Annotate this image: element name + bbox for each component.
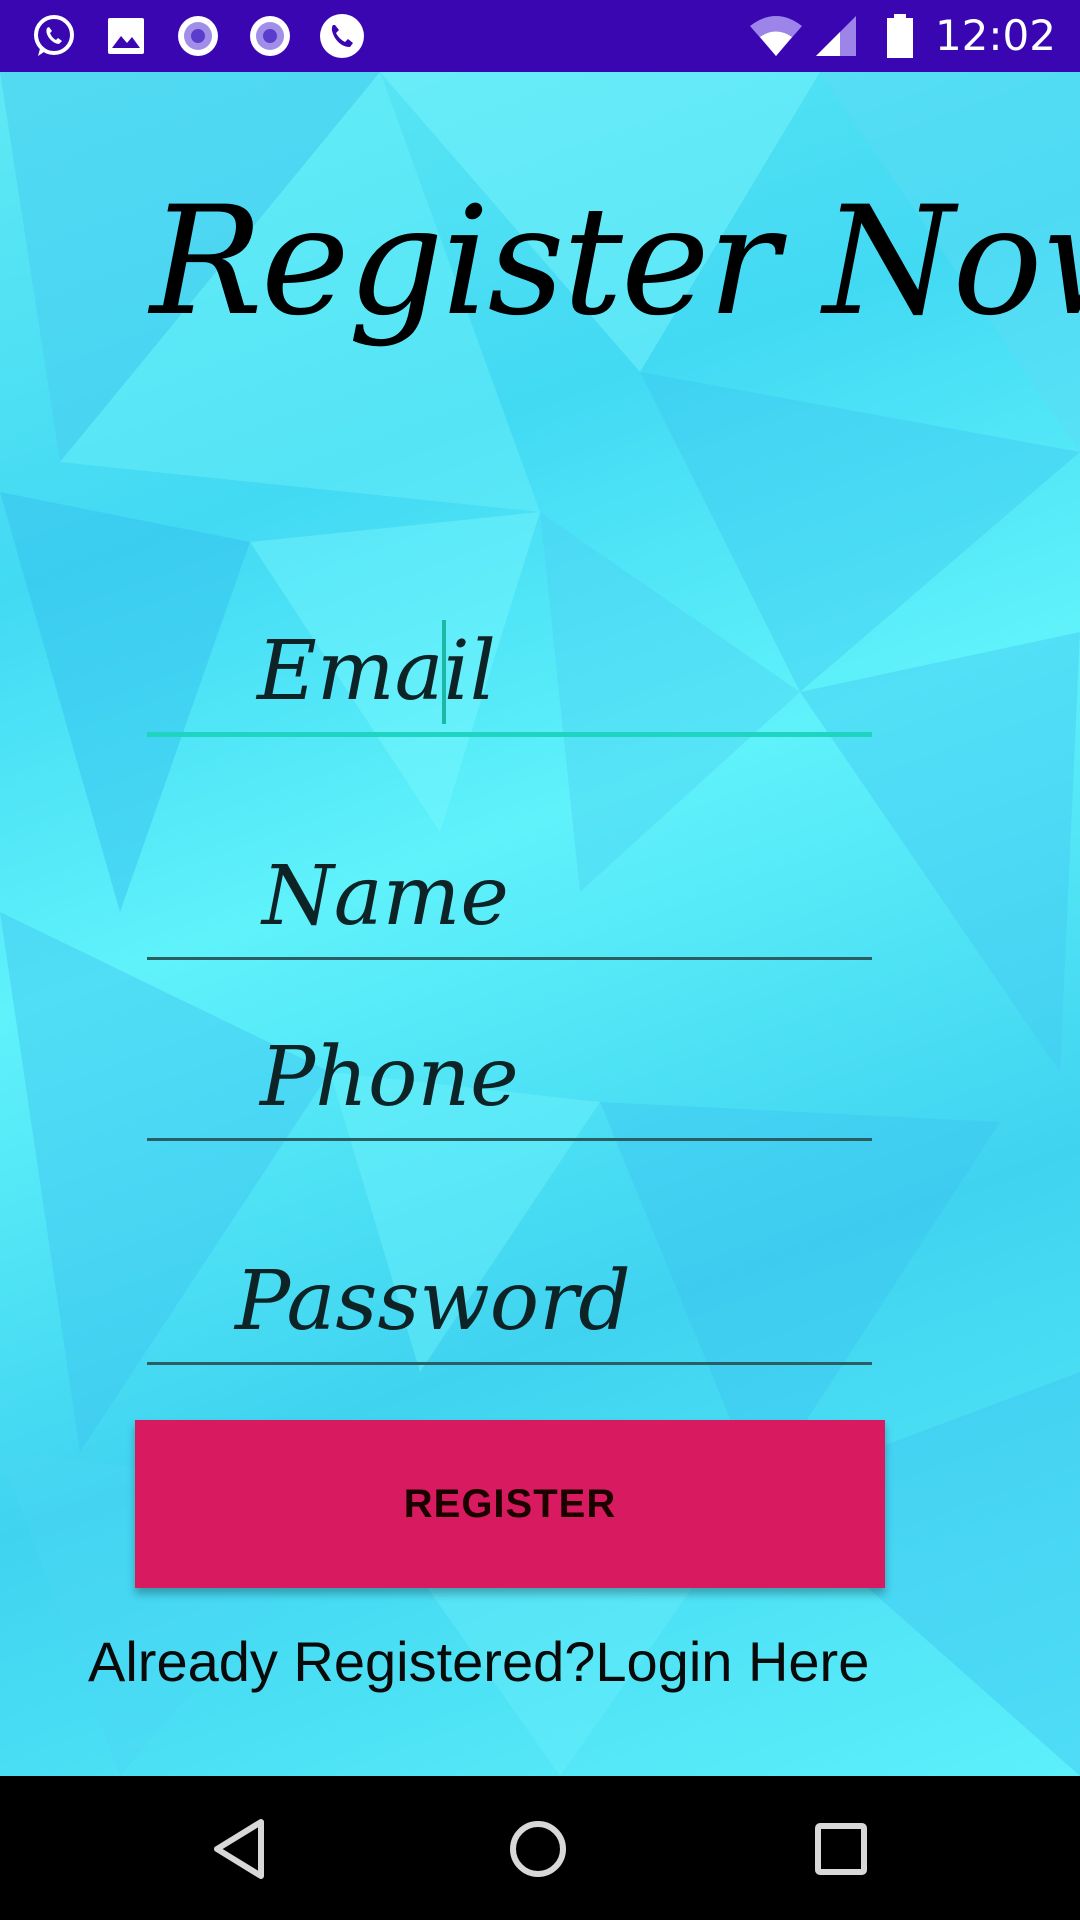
text-cursor <box>442 620 446 724</box>
recents-icon[interactable] <box>806 1814 876 1884</box>
status-bar: 12:02 <box>0 0 1080 72</box>
home-icon[interactable] <box>503 1814 573 1884</box>
image-icon <box>108 18 144 54</box>
battery-icon <box>887 14 913 58</box>
name-field[interactable]: Name <box>147 792 872 960</box>
email-label: Email <box>257 624 496 719</box>
password-field[interactable]: Password <box>147 1197 872 1365</box>
register-button[interactable]: REGISTER <box>135 1420 885 1588</box>
back-icon[interactable] <box>205 1814 275 1884</box>
radio-icon <box>250 16 290 56</box>
phone-field[interactable]: Phone <box>147 972 872 1141</box>
phone-call-icon <box>320 14 364 58</box>
whatsapp-icon <box>34 15 74 56</box>
password-label: Password <box>235 1254 631 1349</box>
login-link[interactable]: Already Registered?Login Here <box>88 1627 998 1697</box>
signal-icon <box>816 16 856 56</box>
radio-icon <box>178 16 218 56</box>
email-field[interactable]: Email <box>147 552 872 737</box>
phone-label: Phone <box>260 1030 519 1125</box>
wifi-icon <box>750 16 802 56</box>
navigation-bar <box>0 1776 1080 1920</box>
status-time: 12:02 <box>934 11 1056 60</box>
page-title: Register Now <box>150 175 1080 349</box>
register-screen: Register Now Email Name Phone Password R… <box>0 72 1080 1776</box>
name-label: Name <box>262 849 509 944</box>
